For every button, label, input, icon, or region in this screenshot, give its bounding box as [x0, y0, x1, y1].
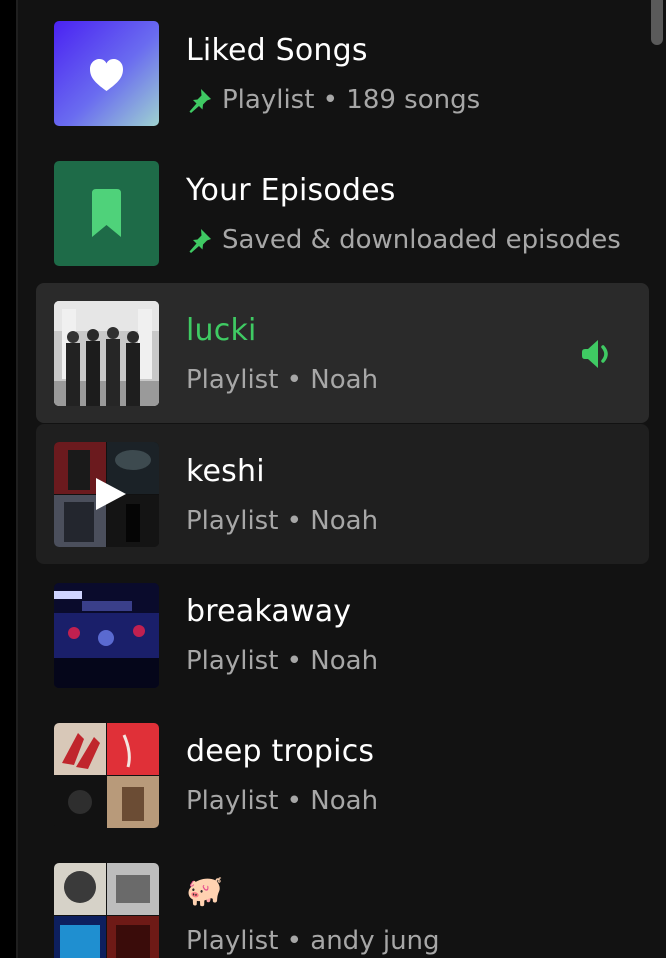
item-subtitle-row: Playlist • Noah	[186, 360, 378, 400]
pin-icon	[189, 89, 211, 113]
library-item-breakaway[interactable]: breakaway Playlist • Noah	[36, 564, 649, 704]
cover-photo	[54, 583, 159, 688]
library-item-your-episodes[interactable]: Your Episodes Saved & downloaded episode…	[36, 140, 649, 280]
item-subtitle: Playlist • Noah	[186, 506, 379, 536]
playlist-cover	[54, 442, 159, 547]
item-title: Liked Songs	[186, 33, 368, 68]
cover-collage	[54, 723, 159, 828]
item-title: 🐖	[186, 874, 224, 909]
pin-icon	[189, 229, 211, 253]
scrollbar[interactable]	[649, 0, 666, 958]
library-item-liked-songs[interactable]: Liked Songs Playlist • 189 songs	[36, 0, 649, 140]
item-subtitle: Playlist • Noah	[186, 786, 379, 816]
item-title: breakaway	[186, 594, 352, 629]
library-item-keshi[interactable]: keshi Playlist • Noah	[36, 424, 649, 564]
item-subtitle: Saved & downloaded episodes	[222, 225, 621, 255]
bookmark-icon	[92, 189, 121, 237]
item-subtitle-row: Saved & downloaded episodes	[186, 220, 621, 260]
library-item-deep-tropics[interactable]: deep tropics Playlist • Noah	[36, 704, 649, 844]
library-item-lucki[interactable]: lucki Playlist • Noah	[36, 283, 649, 423]
playlist-cover	[54, 723, 159, 828]
item-subtitle: Playlist • Noah	[186, 646, 379, 676]
item-subtitle-row: Playlist • 189 songs	[186, 80, 480, 120]
library-item-pig[interactable]: 🐖 Playlist • andy jung	[36, 844, 649, 958]
item-subtitle-row: Playlist • Noah	[186, 501, 378, 541]
your-episodes-cover	[54, 161, 159, 266]
play-icon[interactable]	[90, 474, 130, 514]
playlist-cover	[54, 863, 159, 958]
playlist-cover	[54, 583, 159, 688]
cover-photo	[54, 301, 159, 406]
item-subtitle-row: Playlist • Noah	[186, 781, 378, 821]
liked-songs-cover	[54, 21, 159, 126]
library-panel: Liked Songs Playlist • 189 songs Your Ep…	[0, 0, 666, 958]
playlist-cover	[54, 301, 159, 406]
item-subtitle: Playlist • andy jung	[186, 926, 440, 956]
item-title: deep tropics	[186, 734, 375, 769]
item-subtitle-row: Playlist • andy jung	[186, 921, 440, 958]
heart-icon	[90, 59, 123, 91]
item-title: lucki	[186, 313, 257, 348]
cover-collage	[54, 863, 159, 958]
item-subtitle: Playlist • Noah	[186, 365, 379, 395]
item-title: Your Episodes	[186, 173, 396, 208]
panel-divider	[0, 0, 18, 958]
item-subtitle-row: Playlist • Noah	[186, 641, 378, 681]
item-subtitle: Playlist • 189 songs	[222, 85, 481, 115]
scrollbar-thumb[interactable]	[651, 0, 663, 45]
item-title: keshi	[186, 454, 265, 489]
speaker-icon	[582, 340, 608, 368]
